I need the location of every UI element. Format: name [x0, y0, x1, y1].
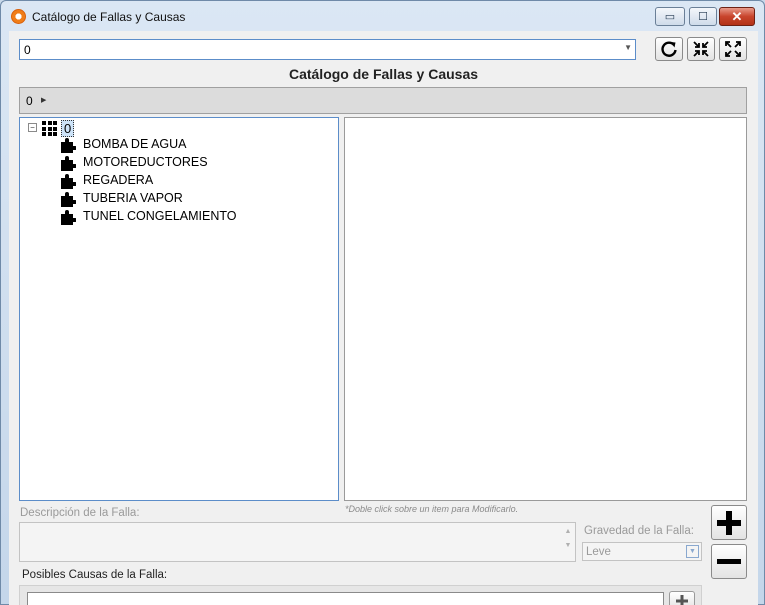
tree-item[interactable]: BOMBA DE AGUA: [60, 136, 310, 154]
puzzle-icon: [61, 138, 76, 153]
puzzle-icon: [61, 192, 76, 207]
breadcrumb-chevron-icon[interactable]: ▶: [41, 96, 46, 104]
tree-item[interactable]: MOTOREDUCTORES: [60, 154, 310, 172]
catalog-selector[interactable]: 0 ▼: [19, 39, 636, 60]
description-label: Descripción de la Falla:: [20, 507, 140, 519]
tree-item[interactable]: REGADERA: [60, 172, 310, 190]
collapse-all-button[interactable]: [687, 37, 715, 61]
catalog-selector-value: 0: [24, 43, 31, 57]
tree-item[interactable]: TUNEL CONGELAMIENTO: [60, 208, 310, 226]
causes-panel: [19, 585, 702, 605]
tree-item-label: MOTOREDUCTORES: [83, 155, 208, 169]
severity-label: Gravedad de la Falla:: [584, 525, 694, 537]
description-field[interactable]: ▲ ▼: [19, 522, 576, 562]
tree-item-label: REGADERA: [83, 173, 154, 187]
minimize-icon: ▭: [664, 11, 676, 23]
causes-label: Posibles Causas de la Falla:: [22, 569, 168, 581]
minimize-button[interactable]: ▭: [655, 7, 685, 26]
dropdown-arrow-icon: ▼: [624, 43, 632, 52]
minus-icon: [717, 558, 741, 564]
tree-item[interactable]: TUBERIA VAPOR: [60, 190, 310, 208]
puzzle-icon: [61, 156, 76, 171]
grid-icon: [42, 121, 57, 136]
scroll-up-icon[interactable]: ▲: [563, 525, 573, 539]
collapse-toggle-icon[interactable]: −: [28, 123, 37, 132]
tree-item-label: TUBERIA VAPOR: [83, 191, 183, 205]
close-icon: ✕: [731, 8, 743, 24]
window-title: Catálogo de Fallas y Causas: [32, 10, 186, 24]
maximize-icon: ☐: [698, 11, 708, 23]
expand-icon: [725, 41, 741, 57]
close-button[interactable]: ✕: [719, 7, 755, 26]
breadcrumb: 0 ▶: [19, 87, 747, 114]
refresh-icon: [661, 41, 677, 57]
expand-all-button[interactable]: [719, 37, 747, 61]
app-window: Catálogo de Fallas y Causas ▭ ☐ ✕ 0 ▼ Ca…: [0, 0, 765, 605]
refresh-button[interactable]: [655, 37, 683, 61]
plus-icon: [676, 595, 688, 605]
tree-root-label[interactable]: 0: [61, 120, 75, 137]
collapse-icon: [693, 41, 709, 57]
cause-input[interactable]: [27, 592, 664, 605]
puzzle-icon: [61, 210, 76, 225]
edit-hint: *Doble click sobre un item para Modifica…: [345, 504, 519, 514]
chevron-down-icon[interactable]: ▼: [686, 545, 699, 558]
plus-icon: [717, 510, 741, 535]
detail-panel[interactable]: [344, 117, 747, 501]
add-failure-button[interactable]: [711, 505, 747, 540]
tree-item-label: TUNEL CONGELAMIENTO: [83, 209, 237, 223]
severity-select[interactable]: Leve ▼: [582, 542, 702, 561]
puzzle-icon: [61, 174, 76, 189]
scroll-down-icon[interactable]: ▼: [563, 539, 573, 553]
failure-tree[interactable]: − 0 BOMBA DE AGUA MOTOREDUCTORES REGADER…: [19, 117, 339, 501]
add-cause-button[interactable]: [669, 591, 695, 605]
severity-value: Leve: [586, 546, 611, 558]
tree-item-label: BOMBA DE AGUA: [83, 137, 187, 151]
breadcrumb-item[interactable]: 0: [26, 94, 33, 108]
title-bar[interactable]: Catálogo de Fallas y Causas ▭ ☐ ✕: [1, 1, 764, 31]
page-title: Catálogo de Fallas y Causas: [288, 66, 479, 82]
client-area: 0 ▼ Catálogo de Fallas y Causas 0 ▶ − 0 …: [9, 31, 758, 605]
description-scrollbar[interactable]: ▲ ▼: [563, 525, 573, 553]
maximize-button[interactable]: ☐: [689, 7, 717, 26]
app-gear-icon: [11, 9, 26, 24]
remove-failure-button[interactable]: [711, 544, 747, 579]
